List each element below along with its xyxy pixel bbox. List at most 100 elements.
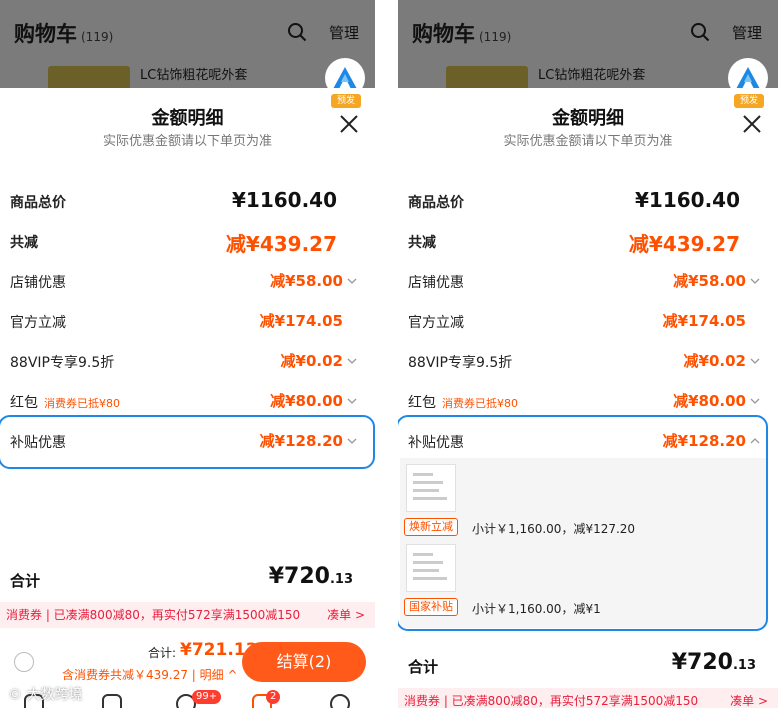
sum-note[interactable]: 含消费券共减￥439.27 | 明细 ^	[62, 666, 238, 683]
chevron-down-icon	[750, 358, 760, 364]
row-goods-total: 商品总价 ¥1160.40	[408, 188, 760, 214]
promo-text: 消费券 | 已凑满800减80，再实付572享满1500减150	[404, 694, 699, 708]
chevron-down-icon	[347, 358, 357, 364]
promo-more-link[interactable]: 凑单 >	[327, 602, 365, 628]
total-label: 合计	[408, 658, 439, 676]
total-value-int: ¥720	[671, 650, 733, 675]
search-icon[interactable]	[690, 22, 710, 42]
row-label: 店铺优惠	[10, 275, 66, 291]
chevron-down-icon	[347, 398, 357, 404]
row-total-discount: 共减 减¥439.27	[408, 228, 760, 256]
row-value: 减¥80.00	[673, 392, 746, 410]
sheet-title: 金额明细	[151, 108, 224, 129]
row-red-packet[interactable]: 红包 消费券已抵¥80 减¥80.00	[408, 388, 760, 414]
row-label: 共减	[408, 235, 436, 251]
row-value: 减¥439.27	[225, 232, 337, 256]
row-label: 商品总价	[408, 195, 464, 211]
row-label: 红包 消费券已抵¥80	[10, 392, 120, 412]
row-label: 店铺优惠	[408, 275, 464, 291]
chevron-down-icon	[750, 398, 760, 404]
row-label-text: 红包	[408, 395, 436, 411]
promo-text: 消费券 | 已凑满800减80，再实付572享满1500减150	[6, 608, 301, 622]
row-value: 减¥58.00	[270, 272, 343, 290]
row-value: 减¥174.05	[259, 312, 343, 330]
message-badge: 99+	[192, 690, 222, 704]
row-value: 减¥0.02	[683, 352, 746, 370]
promo-banner[interactable]: 消费券 | 已凑满800减80，再实付572享满1500减150 凑单 >	[398, 688, 778, 708]
price-detail-sheet: 金额明细 实际优惠金额请以下单页为准 商品总价 ¥1160.40 共减 减¥439.…	[398, 88, 778, 708]
promo-more-link[interactable]: 凑单 >	[730, 688, 768, 708]
row-official-discount: 官方立减 减¥174.05	[10, 308, 357, 334]
product-thumbnail	[446, 66, 528, 88]
row-label-text: 红包	[10, 395, 38, 411]
cart-header: 购物车 (119) 管理 LC钻饰粗花呢外套	[398, 0, 778, 98]
row-value: 减¥58.00	[673, 272, 746, 290]
env-tag: 预发	[734, 94, 764, 108]
checkout-button[interactable]: 结算(2)	[242, 642, 366, 682]
cart-title-text: 购物车	[14, 22, 77, 46]
row-goods-total: 商品总价 ¥1160.40	[10, 188, 357, 214]
video-icon[interactable]	[102, 694, 122, 708]
row-label: 88VIP专享9.5折	[408, 355, 513, 371]
total-value: ¥720.13	[269, 564, 353, 589]
total-value-int: ¥720	[268, 564, 330, 589]
row-vip-discount[interactable]: 88VIP专享9.5折 减¥0.02	[10, 348, 357, 374]
row-value: 减¥174.05	[662, 312, 746, 330]
cart-badge: 2	[266, 690, 281, 704]
sheet-subtitle: 实际优惠金额请以下单页为准	[102, 134, 272, 149]
row-shop-discount[interactable]: 店铺优惠 减¥58.00	[10, 268, 357, 294]
row-total-discount: 共减 减¥439.27	[10, 228, 357, 256]
row-label: 共减	[10, 235, 38, 251]
row-vip-discount[interactable]: 88VIP专享9.5折 减¥0.02	[408, 348, 760, 374]
sum-label: 合计:	[148, 646, 177, 660]
total-value: ¥720.13	[672, 650, 756, 675]
row-label: 红包 消费券已抵¥80	[408, 392, 518, 412]
row-label: 官方立减	[10, 315, 66, 331]
row-value: 减¥439.27	[628, 232, 740, 256]
checkout-bar: 合计: ¥721.13 含消费券共减￥439.27 | 明细 ^ 结算(2)	[0, 636, 375, 688]
cart-count: (119)	[479, 30, 512, 44]
cart-title-text: 购物车	[412, 22, 475, 46]
coupon-note: 消费券已抵¥80	[442, 397, 518, 410]
cart-count: (119)	[81, 30, 114, 44]
row-value: 减¥80.00	[270, 392, 343, 410]
highlight-frame	[0, 415, 375, 469]
cart-title: 购物车 (119)	[14, 18, 113, 48]
profile-icon[interactable]	[330, 694, 350, 708]
search-icon[interactable]	[287, 22, 307, 42]
row-red-packet[interactable]: 红包 消费券已抵¥80 减¥80.00	[10, 388, 357, 414]
panel-collapsed: 购物车 (119) 管理 LC钻饰粗花呢外套 预发 金额明细 实际优惠金额请以下单…	[0, 0, 375, 708]
product-name: LC钻饰粗花呢外套	[140, 68, 248, 83]
env-tag: 预发	[331, 94, 361, 108]
total-value-dec: .13	[732, 658, 756, 673]
watermark: © 大数跨境	[8, 687, 83, 703]
panel-expanded: 购物车 (119) 管理 LC钻饰粗花呢外套 预发 金额明细 实际优惠金额请以下单…	[398, 0, 778, 708]
close-icon[interactable]	[742, 114, 762, 134]
highlight-frame	[398, 415, 768, 631]
panel-divider	[375, 0, 398, 708]
row-label: 商品总价	[10, 195, 66, 211]
row-official-discount: 官方立减 减¥174.05	[408, 308, 760, 334]
row-label: 官方立减	[408, 315, 464, 331]
promo-banner[interactable]: 消费券 | 已凑满800减80，再实付572享满1500减150 凑单 >	[0, 602, 375, 628]
chevron-down-icon	[750, 278, 760, 284]
product-name: LC钻饰粗花呢外套	[538, 68, 646, 83]
row-shop-discount[interactable]: 店铺优惠 减¥58.00	[408, 268, 760, 294]
sheet-subtitle: 实际优惠金额请以下单页为准	[503, 134, 673, 149]
manage-button[interactable]: 管理	[732, 22, 762, 43]
cart-header: 购物车 (119) 管理 LC钻饰粗花呢外套	[0, 0, 375, 98]
total-label: 合计	[10, 572, 41, 590]
product-thumbnail	[48, 66, 130, 88]
cart-title: 购物车 (119)	[412, 18, 511, 48]
total-value-dec: .13	[329, 572, 353, 587]
coupon-note: 消费券已抵¥80	[44, 397, 120, 410]
sheet-title: 金额明细	[552, 108, 624, 129]
row-value: ¥1160.40	[634, 188, 740, 212]
select-all-radio[interactable]	[14, 652, 34, 672]
price-detail-sheet: 金额明细 实际优惠金额请以下单页为准 商品总价 ¥1160.40 共减 减¥439.…	[0, 88, 375, 708]
row-value: ¥1160.40	[231, 188, 337, 212]
chevron-down-icon	[347, 278, 357, 284]
row-value: 减¥0.02	[280, 352, 343, 370]
close-icon[interactable]	[339, 114, 359, 134]
manage-button[interactable]: 管理	[329, 22, 359, 43]
